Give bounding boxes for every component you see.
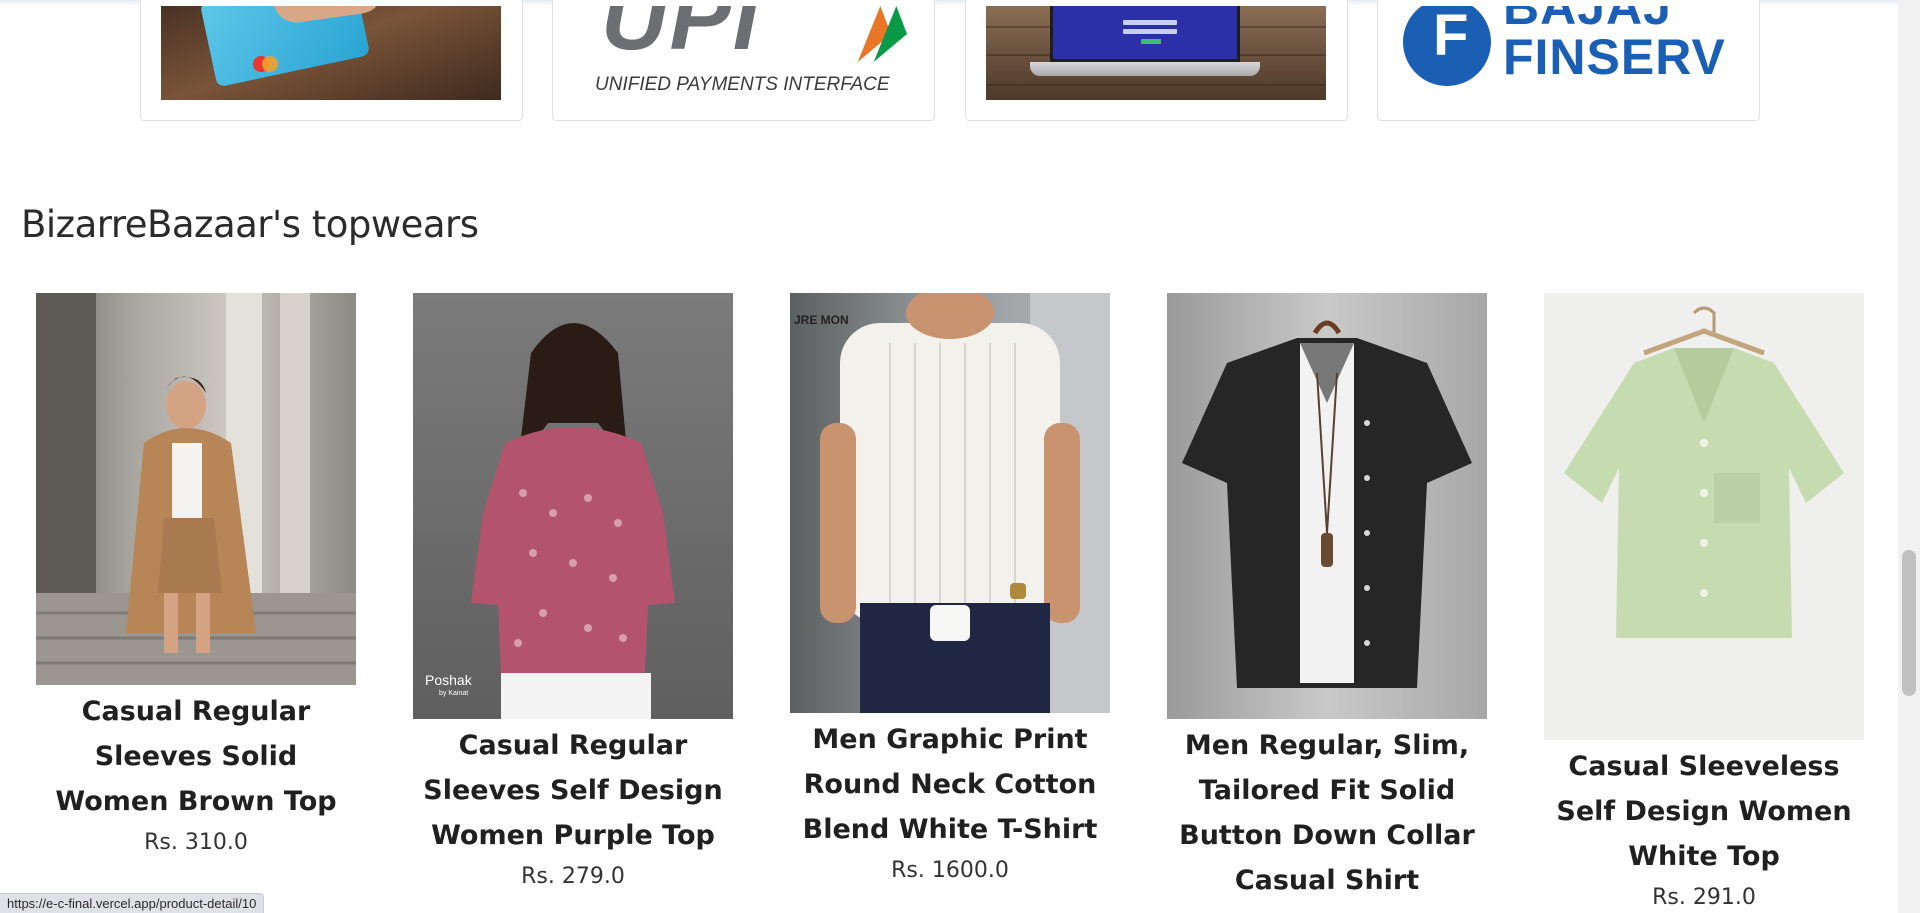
product-price: Rs. 1600.0: [891, 858, 1009, 883]
product-card[interactable]: Poshak by Kainat Casual Regular Sleeves …: [413, 293, 733, 889]
page-scrollbar[interactable]: [1898, 0, 1920, 913]
payment-card-credit-card[interactable]: [140, 0, 523, 121]
product-price: Rs. 291.0: [1652, 885, 1756, 910]
credit-card-icon: [161, 6, 501, 100]
upi-subtitle: UNIFIED PAYMENTS INTERFACE: [595, 74, 890, 95]
product-name[interactable]: Casual Sleeveless Self Design Women Whit…: [1544, 744, 1864, 879]
product-image[interactable]: [1544, 293, 1864, 740]
product-image[interactable]: [1167, 293, 1487, 719]
bajaj-finserv-logo: F BAJAJ FINSERV: [1398, 6, 1738, 100]
upi-logo: UPI UNIFIED PAYMENTS INTERFACE: [573, 6, 913, 100]
laptop-icon: [986, 6, 1326, 100]
product-image[interactable]: [36, 293, 356, 685]
product-card[interactable]: Casual Sleeveless Self Design Women Whit…: [1544, 293, 1864, 910]
product-card[interactable]: Casual Regular Sleeves Solid Women Brown…: [36, 293, 356, 855]
image-caption: Poshak: [425, 672, 472, 688]
product-name[interactable]: Men Regular, Slim, Tailored Fit Solid Bu…: [1167, 723, 1487, 903]
product-price: Rs. 310.0: [144, 830, 248, 855]
product-image[interactable]: JRE MON: [790, 293, 1110, 713]
product-name[interactable]: Casual Regular Sleeves Solid Women Brown…: [36, 689, 356, 824]
scrollbar-thumb[interactable]: [1902, 550, 1916, 696]
product-card[interactable]: Men Regular, Slim, Tailored Fit Solid Bu…: [1167, 293, 1487, 903]
payment-card-upi[interactable]: UPI UNIFIED PAYMENTS INTERFACE: [552, 0, 935, 121]
payment-card-bajaj-finserv[interactable]: F BAJAJ FINSERV: [1377, 0, 1760, 121]
image-caption: JRE MON: [794, 313, 849, 327]
product-name[interactable]: Men Graphic Print Round Neck Cotton Blen…: [790, 717, 1110, 852]
image-caption-small: by Kainat: [439, 690, 469, 697]
product-price: Rs. 279.0: [521, 864, 625, 889]
status-bar-url: https://e-c-final.vercel.app/product-det…: [0, 893, 265, 913]
product-card[interactable]: JRE MON Men Graphic Print Round Neck Cot…: [790, 293, 1110, 883]
payment-card-net-banking[interactable]: [965, 0, 1348, 121]
section-title: BizarreBazaar's topwears: [21, 203, 479, 246]
product-image[interactable]: Poshak by Kainat: [413, 293, 733, 719]
product-name[interactable]: Casual Regular Sleeves Self Design Women…: [413, 723, 733, 858]
